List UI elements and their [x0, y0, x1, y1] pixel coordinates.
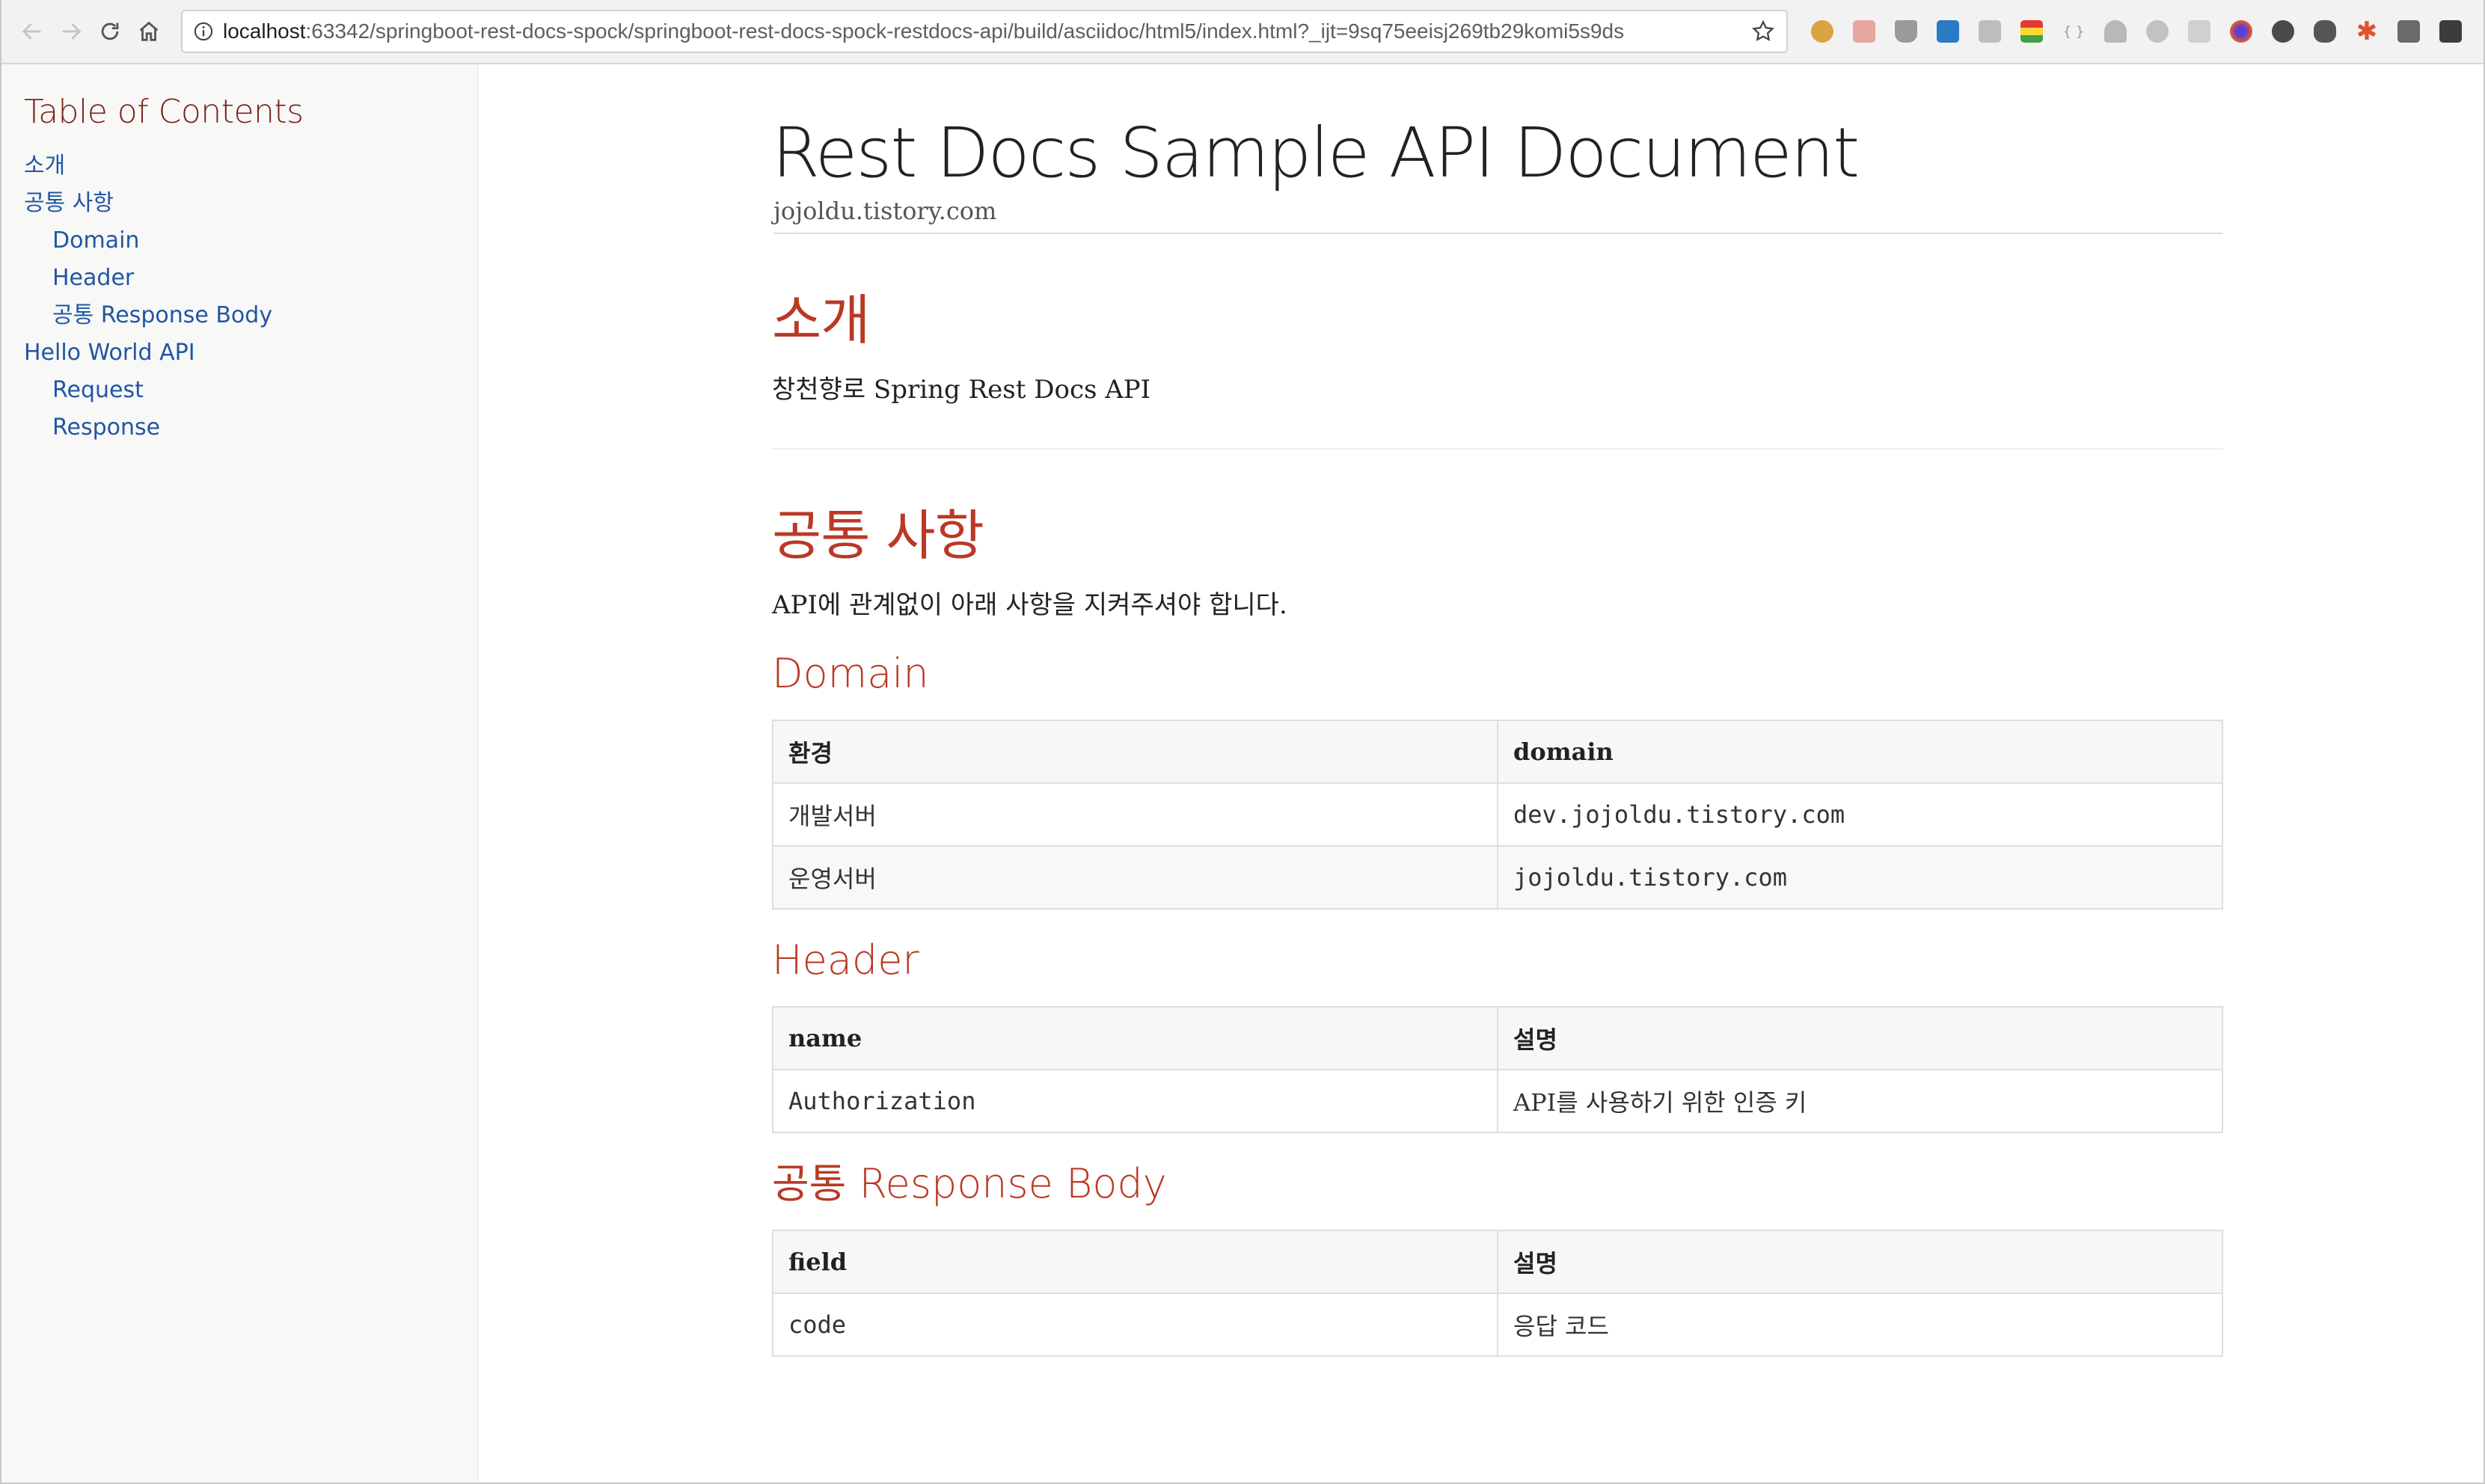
table-row: 운영서버 jojoldu.tistory.com [772, 844, 2223, 910]
person-extension-icon[interactable] [2104, 20, 2127, 43]
section-intro-text: 창천향로 Spring Rest Docs API [772, 374, 1151, 405]
response-body-table: field 설명 code 응답 코드 [772, 1229, 2223, 1357]
window-extension-icon[interactable] [1979, 20, 2001, 43]
toc-item-response[interactable]: Response [24, 409, 477, 447]
card-extension-icon[interactable] [2188, 20, 2210, 43]
table-row: Authorization API를 사용하기 위한 인증 키 [772, 1068, 2223, 1133]
toc-title: Table of Contents [24, 93, 304, 131]
trello-extension-icon[interactable] [1937, 20, 1959, 43]
bookmark-star-icon[interactable] [1750, 19, 1776, 44]
toc-item-intro[interactable]: 소개 [24, 147, 477, 185]
table-header-cell: 설명 [1497, 1229, 2223, 1294]
table-cell: 운영서버 [772, 844, 1498, 910]
table-header-cell: domain [1497, 719, 2223, 784]
toc-item-domain[interactable]: Domain [24, 222, 477, 260]
browser-toolbar: localhost:63342/springboot-rest-docs-spo… [1, 0, 2484, 64]
toc-item-request[interactable]: Request [24, 372, 477, 409]
arrow-left-icon [22, 23, 41, 40]
table-cell: Authorization [772, 1068, 1498, 1133]
json-extension-icon[interactable]: { } [2062, 20, 2085, 43]
table-header-cell: name [772, 1005, 1498, 1070]
url-text: localhost:63342/springboot-rest-docs-spo… [223, 19, 1743, 43]
section-common-heading: 공통 사항 [772, 504, 984, 568]
trophy-extension-icon[interactable] [1895, 20, 1917, 43]
table-cell: 응답 코드 [1497, 1292, 2223, 1357]
sync-extension-icon[interactable] [2272, 20, 2294, 43]
extensions-bar: { } ✱ [1801, 16, 2472, 46]
toc-item-common[interactable]: 공통 사항 [24, 185, 477, 222]
evernote-extension-icon[interactable] [2314, 20, 2336, 43]
address-bar[interactable]: localhost:63342/springboot-rest-docs-spo… [181, 10, 1788, 53]
home-icon [139, 21, 159, 41]
back-button[interactable] [13, 10, 51, 52]
table-cell: dev.jojoldu.tistory.com [1497, 782, 2223, 847]
toc-list: 소개 공통 사항 Domain Header 공통 Response Body … [24, 147, 477, 447]
table-header-cell: 환경 [772, 719, 1498, 784]
document-title: Rest Docs Sample API Document [772, 113, 1860, 193]
toc-item-response-body[interactable]: 공통 Response Body [24, 297, 477, 334]
table-cell: 개발서버 [772, 782, 1498, 847]
url-path: :63342/springboot-rest-docs-spock/spring… [305, 19, 1625, 43]
gear-extension-icon[interactable] [2146, 20, 2169, 43]
page-viewport: Table of Contents 소개 공통 사항 Domain Header… [1, 64, 2484, 1483]
section-common-text: API에 관계없이 아래 사항을 지켜주셔야 합니다. [772, 589, 1287, 620]
toc-item-hello-world-api[interactable]: Hello World API [24, 334, 477, 372]
browser-window: localhost:63342/springboot-rest-docs-spo… [0, 0, 2485, 1484]
image-extension-icon[interactable] [1853, 20, 1875, 43]
color-extension-icon[interactable] [2020, 20, 2043, 43]
table-header-cell: field [772, 1229, 1498, 1294]
table-row: code 응답 코드 [772, 1292, 2223, 1357]
toc-item-header[interactable]: Header [24, 260, 477, 297]
section-header-heading: Header [772, 936, 919, 984]
section-intro-heading: 소개 [772, 289, 870, 352]
section-divider [772, 448, 2223, 450]
header-table: name 설명 Authorization API를 사용하기 위한 인증 키 [772, 1005, 2223, 1133]
table-header-row: name 설명 [772, 1005, 2223, 1070]
arrow-right-icon [62, 23, 82, 40]
table-cell: API를 사용하기 위한 인증 키 [1497, 1068, 2223, 1133]
forward-button[interactable] [52, 10, 90, 52]
info-icon [194, 22, 213, 41]
home-button[interactable] [130, 10, 168, 52]
toc-sidebar: Table of Contents 소개 공통 사항 Domain Header… [1, 64, 479, 1483]
url-host: localhost [223, 19, 306, 43]
reload-icon [101, 22, 119, 40]
table-header-row: field 설명 [772, 1229, 2223, 1294]
qr-extension-icon[interactable] [2439, 20, 2462, 43]
table-header-row: 환경 domain [772, 719, 2223, 784]
bracket-extension-icon[interactable] [2397, 20, 2420, 43]
table-cell: jojoldu.tistory.com [1497, 844, 2223, 910]
section-response-body-heading: 공통 Response Body [772, 1159, 1167, 1207]
cookie-extension-icon[interactable] [1811, 20, 1833, 43]
table-header-cell: 설명 [1497, 1005, 2223, 1070]
table-row: 개발서버 dev.jojoldu.tistory.com [772, 782, 2223, 847]
section-domain-heading: Domain [772, 650, 929, 698]
asterisk-extension-icon[interactable]: ✱ [2356, 16, 2378, 46]
table-cell: code [772, 1292, 1498, 1357]
domain-table: 환경 domain 개발서버 dev.jojoldu.tistory.com 운… [772, 719, 2223, 910]
document-content: Rest Docs Sample API Document jojoldu.ti… [772, 64, 2223, 1357]
firefox-extension-icon[interactable] [2230, 20, 2252, 43]
reload-button[interactable] [91, 10, 129, 52]
document-author: jojoldu.tistory.com [773, 197, 2223, 235]
